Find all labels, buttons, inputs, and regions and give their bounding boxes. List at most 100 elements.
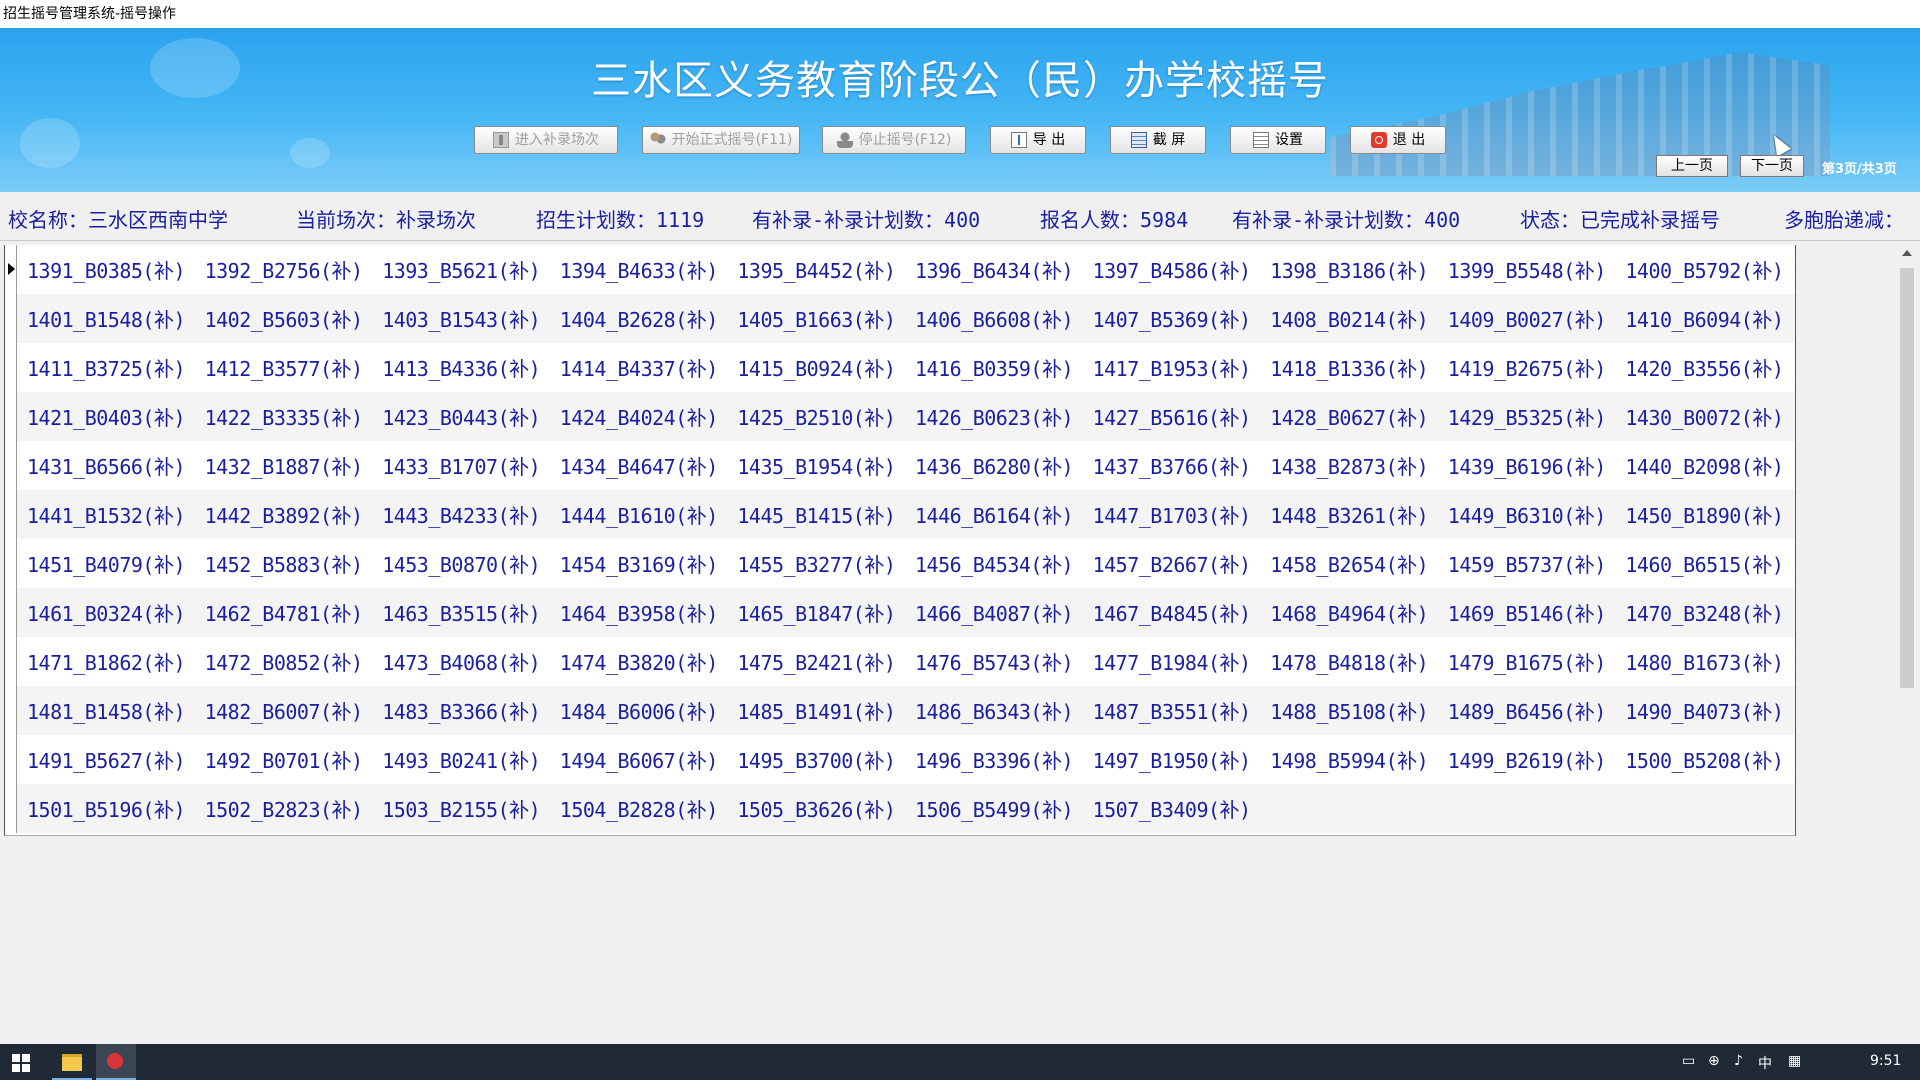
result-cell[interactable]: 1417_B1953(补): [1093, 353, 1252, 382]
row-header[interactable]: [5, 686, 17, 735]
result-cell[interactable]: 1451_B4079(补): [27, 549, 186, 578]
stop-lottery-button[interactable]: 停止摇号(F12): [822, 126, 966, 154]
result-cell[interactable]: 1423_B0443(补): [382, 402, 541, 431]
result-cell[interactable]: 1453_B0870(补): [382, 549, 541, 578]
table-row[interactable]: 1501_B5196(补) 1502_B2823(补) 1503_B2155(补) 1…: [5, 784, 1795, 833]
table-row[interactable]: 1431_B6566(补) 1432_B1887(补) 1433_B1707(补) 1…: [5, 441, 1795, 490]
result-cell[interactable]: 1409_B0027(补): [1448, 304, 1607, 333]
keyboard-icon[interactable]: ▦: [1788, 1053, 1801, 1069]
scroll-thumb[interactable]: [1900, 268, 1914, 688]
result-cell[interactable]: 1463_B3515(补): [382, 598, 541, 627]
result-cell[interactable]: 1472_B0852(补): [205, 647, 364, 676]
result-cell[interactable]: 1405_B1663(补): [737, 304, 896, 333]
row-header[interactable]: [5, 637, 17, 686]
result-cell[interactable]: 1440_B2098(补): [1625, 451, 1784, 480]
result-cell[interactable]: 1396_B6434(补): [915, 255, 1074, 284]
result-cell[interactable]: 1494_B6067(补): [560, 745, 719, 774]
prev-page-button[interactable]: 上一页: [1656, 155, 1728, 177]
result-cell[interactable]: 1484_B6006(补): [560, 696, 719, 725]
result-cell[interactable]: 1428_B0627(补): [1270, 402, 1429, 431]
result-cell[interactable]: 1416_B0359(补): [915, 353, 1074, 382]
result-cell[interactable]: 1434_B4647(补): [560, 451, 719, 480]
result-cell[interactable]: 1424_B4024(补): [560, 402, 719, 431]
result-cell[interactable]: 1470_B3248(补): [1625, 598, 1784, 627]
result-cell[interactable]: 1476_B5743(补): [915, 647, 1074, 676]
result-cell[interactable]: 1413_B4336(补): [382, 353, 541, 382]
vertical-scrollbar[interactable]: [1898, 246, 1916, 842]
result-cell[interactable]: 1488_B5108(补): [1270, 696, 1429, 725]
volume-icon[interactable]: ♪: [1734, 1053, 1743, 1069]
table-row[interactable]: 1391_B0385(补) 1392_B2756(补) 1393_B5621(补) 1…: [5, 245, 1795, 294]
result-cell[interactable]: 1437_B3766(补): [1093, 451, 1252, 480]
table-row[interactable]: 1451_B4079(补) 1452_B5883(补) 1453_B0870(补) 1…: [5, 539, 1795, 588]
result-cell[interactable]: 1500_B5208(补): [1625, 745, 1784, 774]
result-cell[interactable]: 1431_B6566(补): [27, 451, 186, 480]
result-cell[interactable]: 1456_B4534(补): [915, 549, 1074, 578]
result-cell[interactable]: 1425_B2510(补): [737, 402, 896, 431]
result-cell[interactable]: 1491_B5627(补): [27, 745, 186, 774]
network-icon[interactable]: ⊕: [1708, 1053, 1720, 1069]
result-cell[interactable]: 1496_B3396(补): [915, 745, 1074, 774]
result-cell[interactable]: 1450_B1890(补): [1625, 500, 1784, 529]
result-cell[interactable]: 1393_B5621(补): [382, 255, 541, 284]
next-page-button[interactable]: 下一页: [1740, 155, 1804, 177]
result-cell[interactable]: 1439_B6196(补): [1448, 451, 1607, 480]
screenshot-button[interactable]: 截 屏: [1110, 126, 1206, 154]
result-cell[interactable]: 1433_B1707(补): [382, 451, 541, 480]
row-header[interactable]: [5, 784, 17, 833]
result-cell[interactable]: 1495_B3700(补): [737, 745, 896, 774]
scroll-up-arrow-icon[interactable]: [1902, 250, 1912, 256]
result-cell[interactable]: 1411_B3725(补): [27, 353, 186, 382]
result-cell[interactable]: 1404_B2628(补): [560, 304, 719, 333]
start-lottery-button[interactable]: 开始正式摇号(F11): [642, 126, 800, 154]
result-cell[interactable]: 1395_B4452(补): [737, 255, 896, 284]
result-cell[interactable]: 1418_B1336(补): [1270, 353, 1429, 382]
result-cell[interactable]: 1430_B0072(补): [1625, 402, 1784, 431]
result-cell[interactable]: 1477_B1984(补): [1093, 647, 1252, 676]
result-cell[interactable]: 1469_B5146(补): [1448, 598, 1607, 627]
row-header-current[interactable]: [5, 245, 17, 294]
export-button[interactable]: 导 出: [990, 126, 1086, 154]
result-cell[interactable]: 1442_B3892(补): [205, 500, 364, 529]
table-row[interactable]: 1401_B1548(补) 1402_B5603(补) 1403_B1543(补) 1…: [5, 294, 1795, 343]
result-cell[interactable]: 1493_B0241(补): [382, 745, 541, 774]
result-cell[interactable]: 1468_B4964(补): [1270, 598, 1429, 627]
result-cell[interactable]: 1485_B1491(补): [737, 696, 896, 725]
result-cell[interactable]: 1421_B0403(补): [27, 402, 186, 431]
result-cell[interactable]: 1503_B2155(补): [382, 794, 541, 823]
results-grid[interactable]: 1391_B0385(补) 1392_B2756(补) 1393_B5621(补) 1…: [4, 245, 1796, 836]
row-header[interactable]: [5, 343, 17, 392]
result-cell[interactable]: 1467_B4845(补): [1093, 598, 1252, 627]
result-cell[interactable]: 1454_B3169(补): [560, 549, 719, 578]
result-cell[interactable]: 1422_B3335(补): [205, 402, 364, 431]
result-cell[interactable]: 1492_B0701(补): [205, 745, 364, 774]
result-cell[interactable]: 1474_B3820(补): [560, 647, 719, 676]
result-cell[interactable]: 1429_B5325(补): [1448, 402, 1607, 431]
result-cell[interactable]: 1497_B1950(补): [1093, 745, 1252, 774]
result-cell[interactable]: 1398_B3186(补): [1270, 255, 1429, 284]
result-cell[interactable]: 1462_B4781(补): [205, 598, 364, 627]
result-cell[interactable]: 1481_B1458(补): [27, 696, 186, 725]
result-cell[interactable]: 1499_B2619(补): [1448, 745, 1607, 774]
result-cell[interactable]: 1458_B2654(补): [1270, 549, 1429, 578]
result-cell[interactable]: 1506_B5499(补): [915, 794, 1074, 823]
result-cell[interactable]: 1408_B0214(补): [1270, 304, 1429, 333]
result-cell[interactable]: 1502_B2823(补): [205, 794, 364, 823]
clock-time[interactable]: 9:51: [1870, 1053, 1901, 1069]
result-cell[interactable]: 1464_B3958(补): [560, 598, 719, 627]
row-header[interactable]: [5, 441, 17, 490]
row-header[interactable]: [5, 588, 17, 637]
result-cell[interactable]: 1420_B3556(补): [1625, 353, 1784, 382]
result-cell[interactable]: 1489_B6456(补): [1448, 696, 1607, 725]
result-cell[interactable]: 1446_B6164(补): [915, 500, 1074, 529]
ime-indicator[interactable]: 中: [1758, 1053, 1772, 1073]
result-cell[interactable]: 1486_B6343(补): [915, 696, 1074, 725]
result-cell[interactable]: 1507_B3409(补): [1093, 794, 1252, 823]
row-header[interactable]: [5, 294, 17, 343]
exit-button[interactable]: 退 出: [1350, 126, 1446, 154]
result-cell[interactable]: 1406_B6608(补): [915, 304, 1074, 333]
battery-icon[interactable]: ▭: [1682, 1053, 1695, 1069]
result-cell[interactable]: 1448_B3261(补): [1270, 500, 1429, 529]
row-header[interactable]: [5, 735, 17, 784]
row-header[interactable]: [5, 539, 17, 588]
